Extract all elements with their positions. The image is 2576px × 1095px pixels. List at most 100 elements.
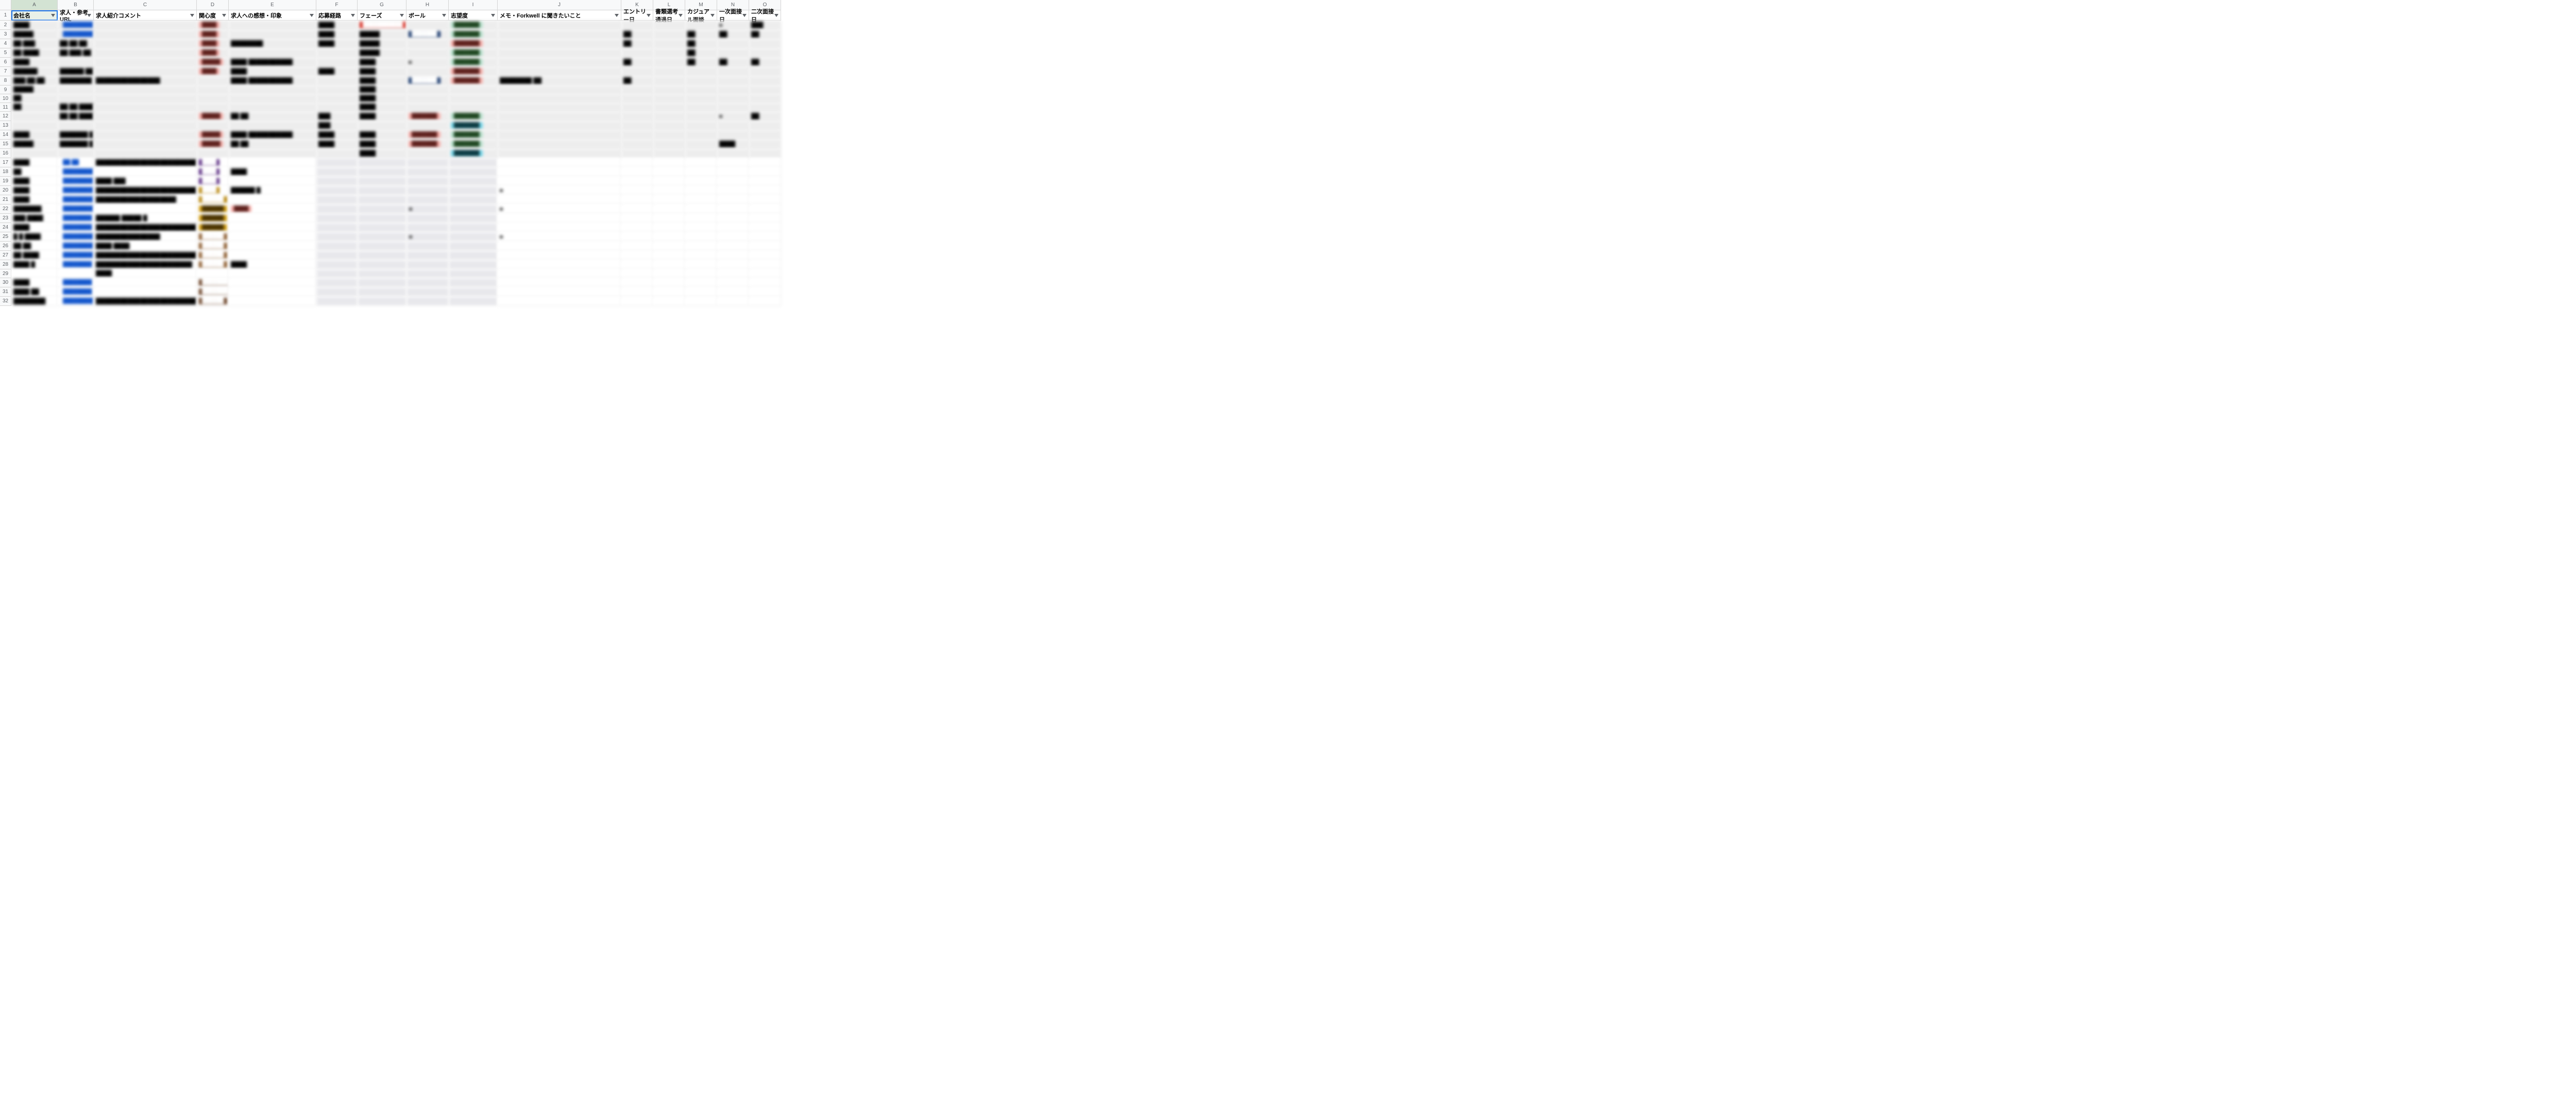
cell-24-b[interactable]: ████████ <box>58 223 94 232</box>
header-cell-13[interactable]: 一次面接日 <box>717 10 749 21</box>
cell-21-c[interactable]: ████████████████████ <box>94 195 197 204</box>
cell-32-j[interactable] <box>498 297 621 306</box>
cell-8-c[interactable]: ████████████████ <box>94 76 197 85</box>
cell-2-k[interactable] <box>621 21 653 30</box>
cell-2-n2[interactable] <box>717 21 749 30</box>
cell-10-d[interactable] <box>197 94 229 103</box>
cell-8-b[interactable]: ████████ <box>58 76 94 85</box>
header-cell-14[interactable]: 二次面接日 <box>749 10 781 21</box>
cell-23-d[interactable]: ██████ <box>197 214 229 223</box>
cell-8-k[interactable]: ██ <box>621 76 653 85</box>
cell-29-h[interactable] <box>407 270 448 278</box>
cell-27-j[interactable] <box>498 251 621 260</box>
cell-26-h[interactable] <box>407 242 448 250</box>
cell-27-n2[interactable] <box>717 251 749 260</box>
cell-19-d[interactable]: ████ <box>197 177 229 186</box>
cell-13-n2[interactable] <box>717 121 749 130</box>
cell-27-g[interactable] <box>358 251 406 260</box>
row-header-18[interactable]: 18 <box>0 167 11 177</box>
cell-4-f[interactable]: ████ <box>316 39 358 48</box>
cell-29-c[interactable]: ████ <box>94 269 197 278</box>
cell-19-e[interactable] <box>229 177 316 186</box>
cell-16-f[interactable] <box>316 149 358 158</box>
filter-icon[interactable] <box>400 14 404 17</box>
cell-15-c[interactable] <box>94 140 197 149</box>
cell-32-f[interactable] <box>317 297 357 305</box>
cell-6-h[interactable] <box>406 58 449 67</box>
cell-14-e[interactable]: ████ ███████████ <box>229 130 316 140</box>
cell-18-l[interactable] <box>653 167 685 177</box>
cell-30-a[interactable]: ████ <box>11 278 58 287</box>
cell-9-j[interactable] <box>498 85 621 94</box>
cell-9-e[interactable] <box>229 85 316 94</box>
filter-icon[interactable] <box>491 14 495 17</box>
cell-14-a[interactable]: ████ <box>11 130 58 140</box>
cell-15-j[interactable] <box>498 140 621 149</box>
cell-16-d[interactable] <box>197 149 229 158</box>
cell-11-o[interactable] <box>749 103 781 112</box>
cell-26-c[interactable]: ████ ████ <box>94 242 197 251</box>
cell-23-h[interactable] <box>407 214 448 223</box>
cell-4-k[interactable]: ██ <box>621 39 653 48</box>
cell-12-a[interactable] <box>11 112 58 121</box>
cell-17-h[interactable] <box>407 159 448 167</box>
cell-2-g[interactable]: ███████████ <box>358 21 406 30</box>
cell-24-d[interactable]: ██████ <box>197 223 229 232</box>
cell-24-o[interactable] <box>749 223 781 232</box>
cell-5-c[interactable] <box>94 48 197 58</box>
cell-12-g[interactable]: ████ <box>358 112 406 121</box>
filter-icon[interactable] <box>679 14 683 17</box>
cell-13-i[interactable]: ███████ <box>449 121 498 130</box>
cell-23-n2[interactable] <box>717 214 749 223</box>
cell-22-e[interactable]: ████ <box>229 204 316 214</box>
cell-25-j[interactable] <box>498 232 621 242</box>
cell-27-b[interactable]: ████████████ <box>58 251 94 260</box>
header-cell-10[interactable]: エントリー日 <box>621 10 653 21</box>
cell-13-c[interactable] <box>94 121 197 130</box>
row-header-23[interactable]: 23 <box>0 214 11 223</box>
cell-12-n2[interactable] <box>717 112 749 121</box>
col-header-E[interactable]: E <box>229 0 316 10</box>
cell-17-d[interactable]: ████ <box>197 158 229 167</box>
cell-15-a[interactable]: █████ <box>11 140 58 149</box>
cell-24-l[interactable] <box>653 223 685 232</box>
cell-31-n2[interactable] <box>717 287 749 297</box>
filter-icon[interactable] <box>87 14 91 17</box>
row-header-30[interactable]: 30 <box>0 278 11 287</box>
cell-20-i[interactable] <box>449 186 497 195</box>
cell-32-n2[interactable] <box>717 297 749 306</box>
cell-8-i[interactable]: ███████ <box>449 76 498 85</box>
cell-10-e[interactable] <box>229 94 316 103</box>
cell-29-b[interactable] <box>58 269 94 278</box>
cell-9-k[interactable] <box>621 85 653 94</box>
cell-11-c[interactable] <box>94 103 197 112</box>
cell-6-i[interactable]: ███████ <box>449 58 498 67</box>
cell-23-k[interactable] <box>621 214 653 223</box>
cell-18-n2[interactable] <box>717 167 749 177</box>
col-header-D[interactable]: D <box>197 0 229 10</box>
cell-28-d[interactable]: ██████ <box>197 260 229 269</box>
cell-7-c[interactable] <box>94 67 197 76</box>
cell-7-k[interactable] <box>621 67 653 76</box>
cell-23-m[interactable] <box>685 214 717 223</box>
cell-22-m[interactable] <box>685 204 717 214</box>
cell-5-o[interactable] <box>749 48 781 58</box>
row-header-14[interactable]: 14 <box>0 130 11 140</box>
cell-28-e[interactable]: ████ <box>229 260 316 269</box>
select-all-corner[interactable] <box>0 0 11 10</box>
cell-25-a[interactable]: █ █ ████ <box>11 232 58 242</box>
cell-29-k[interactable] <box>621 269 653 278</box>
cell-9-g[interactable]: ████ <box>358 85 406 94</box>
cell-7-o[interactable] <box>749 67 781 76</box>
cell-13-h[interactable] <box>406 121 449 130</box>
cell-10-i[interactable] <box>449 94 498 103</box>
row-header-3[interactable]: 3 <box>0 30 11 39</box>
cell-25-k[interactable] <box>621 232 653 242</box>
cell-21-g[interactable] <box>358 196 406 204</box>
cell-21-h[interactable] <box>407 196 448 204</box>
header-cell-0[interactable]: 会社名 <box>11 10 58 21</box>
cell-24-k[interactable] <box>621 223 653 232</box>
row-header-11[interactable]: 11 <box>0 103 11 112</box>
cell-32-k[interactable] <box>621 297 653 306</box>
cell-20-f[interactable] <box>317 186 357 195</box>
